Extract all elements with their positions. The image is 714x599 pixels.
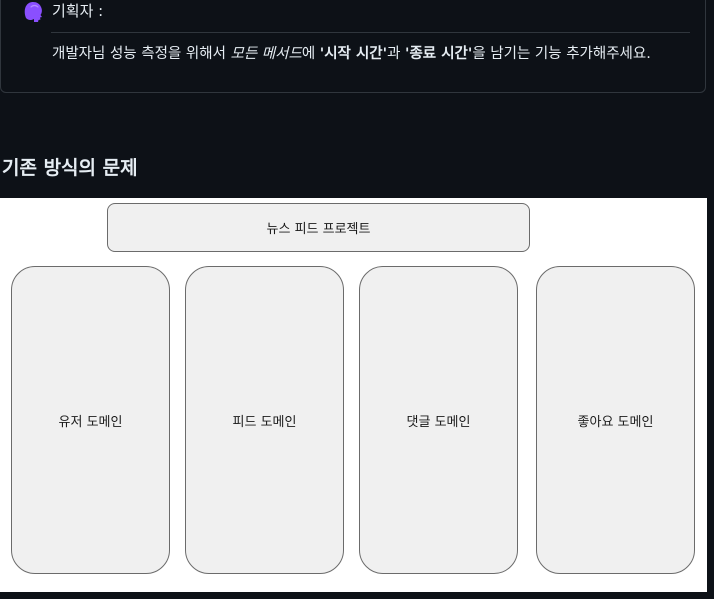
architecture-diagram: 뉴스 피드 프로젝트 유저 도메인 피드 도메인 댓글 도메인 좋아요 도메인 — [0, 198, 707, 592]
domain-box-comment: 댓글 도메인 — [359, 266, 518, 574]
message-text: 과 — [387, 46, 406, 62]
domain-box-user: 유저 도메인 — [11, 266, 170, 574]
message-emphasis: 모든 메서드 — [230, 46, 302, 62]
person-silhouette-icon — [21, 0, 45, 23]
callout-divider — [51, 32, 690, 33]
planner-callout: 기획자 : 개발자님 성능 측정을 위해서 모든 메서드에 '시작 시간'과 '… — [0, 0, 706, 93]
domain-box-feed: 피드 도메인 — [185, 266, 344, 574]
message-text: 을 남기는 기능 추가해주세요. — [472, 46, 651, 62]
message-strong-start-time: '시작 시간' — [319, 46, 388, 62]
message-strong-end-time: '종료 시간' — [405, 46, 473, 62]
message-text: 개발자님 성능 측정을 위해서 — [52, 46, 231, 62]
section-heading: 기존 방식의 문제 — [2, 157, 138, 179]
callout-message: 개발자님 성능 측정을 위해서 모든 메서드에 '시작 시간'과 '종료 시간'… — [52, 44, 651, 64]
speaker-label: 기획자 : — [52, 2, 104, 20]
domain-box-like: 좋아요 도메인 — [536, 266, 695, 574]
message-text: 에 — [301, 46, 320, 62]
project-box: 뉴스 피드 프로젝트 — [107, 203, 530, 252]
